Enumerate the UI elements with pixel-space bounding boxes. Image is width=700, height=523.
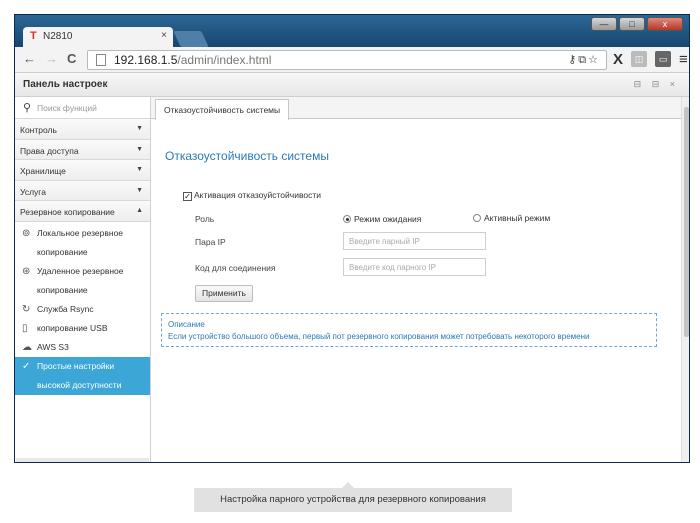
image-caption: Настройка парного устройства для резервн… bbox=[194, 488, 512, 512]
apply-button[interactable]: Применить bbox=[195, 285, 253, 302]
description-text: Если устройство большого объема, первый … bbox=[168, 332, 590, 341]
extension-box-icon[interactable]: ◫ bbox=[631, 51, 648, 67]
extension-x-icon[interactable]: X bbox=[613, 51, 623, 68]
radio-unselected-icon bbox=[473, 214, 481, 222]
sidebar-item-label: AWS S3 bbox=[37, 341, 69, 352]
chevron-down-icon: ▼ bbox=[136, 186, 143, 194]
sidebar-item-label: высокой доступности bbox=[37, 379, 122, 390]
tab-failover[interactable]: Отказоустойчивость системы bbox=[155, 99, 290, 120]
sidebar-item-label: копирование bbox=[37, 246, 88, 257]
new-tab-button[interactable] bbox=[173, 31, 209, 47]
role-label: Роль bbox=[195, 214, 215, 224]
page-title: Отказоустойчивость системы bbox=[165, 149, 329, 163]
connection-code-label: Код для соединения bbox=[195, 263, 276, 273]
content-scrollbar[interactable] bbox=[681, 97, 689, 462]
menu-backup[interactable]: Резервное копирование ▲ bbox=[15, 201, 150, 222]
checkbox-checked-icon[interactable]: ✓ bbox=[183, 192, 192, 201]
sidebar-scrollbar[interactable] bbox=[16, 458, 149, 462]
radio-standby[interactable]: Режим ожидания bbox=[343, 214, 421, 224]
menu-storage[interactable]: Хранилище ▼ bbox=[15, 160, 150, 181]
activation-checkbox[interactable]: ✓ Активация отказоуйстойчивости bbox=[183, 190, 321, 201]
extension-screen-icon[interactable]: ▭ bbox=[655, 51, 672, 67]
cloud-icon: ☁ bbox=[22, 341, 32, 353]
sidebar-item-label: Удаленное резервное bbox=[37, 265, 124, 276]
maximize-button[interactable]: □ bbox=[619, 17, 645, 31]
main-content: Отказоустойчивость системы Отказоустойчи… bbox=[151, 97, 689, 462]
radio-active[interactable]: Активный режим bbox=[473, 213, 550, 223]
minimize-button[interactable]: — bbox=[591, 17, 617, 31]
omnibox-icons: ⚷⧉☆ bbox=[568, 53, 600, 67]
menu-service[interactable]: Услуга ▼ bbox=[15, 180, 150, 201]
sidebar-item-label: копирование bbox=[37, 284, 88, 295]
radio-selected-icon bbox=[343, 215, 351, 223]
sidebar-item-label: Служба Rsync bbox=[37, 303, 94, 314]
description-title: Описание bbox=[168, 320, 205, 329]
address-bar[interactable]: 192.168.1.5/admin/index.html ⚷⧉☆ bbox=[87, 50, 607, 70]
search-input[interactable]: ⚲ Поиск функций bbox=[15, 97, 150, 119]
close-window-button[interactable]: x bbox=[647, 17, 683, 31]
back-button[interactable]: ← bbox=[23, 51, 36, 66]
sidebar-item-label: копирование USB bbox=[37, 322, 108, 333]
radio-label: Активный режим bbox=[484, 213, 551, 223]
rsync-icon: ↻ bbox=[22, 303, 31, 315]
sidebar-item-local-backup[interactable]: ⊚ Локальное резервное копирование bbox=[15, 222, 150, 262]
radio-label: Режим ожидания bbox=[354, 214, 422, 224]
key-icon[interactable]: ⚷ bbox=[568, 54, 578, 66]
browser-toolbar: ← → C 192.168.1.5/admin/index.html ⚷⧉☆ X… bbox=[15, 47, 689, 73]
usb-icon: ▯ bbox=[22, 322, 28, 334]
scrollbar-thumb[interactable] bbox=[684, 107, 689, 337]
sidebar-item-remote-backup[interactable]: ⊛ Удаленное резервное копирование bbox=[15, 262, 150, 300]
browser-window: T N2810 × — □ x ← → C 192.168.1.5/admin/… bbox=[14, 14, 690, 463]
content-tab-bar: Отказоустойчивость системы bbox=[151, 97, 689, 120]
description-box: Описание Если устройство большого объема… bbox=[161, 313, 657, 347]
sidebar-item-label: Локальное резервное bbox=[37, 227, 124, 238]
favicon-icon: T bbox=[30, 30, 37, 42]
ha-icon: ✓ bbox=[22, 360, 31, 372]
menu-monitoring[interactable]: Контроль ▼ bbox=[15, 119, 150, 140]
header-window-icons[interactable]: ⊟ ⊟ × bbox=[634, 79, 679, 90]
search-icon: ⚲ bbox=[23, 102, 32, 114]
menu-label: Права доступа bbox=[20, 145, 79, 156]
local-backup-icon: ⊚ bbox=[22, 227, 31, 239]
menu-label: Контроль bbox=[20, 125, 57, 135]
activation-label: Активация отказоуйстойчивости bbox=[194, 190, 321, 200]
menu-icon[interactable]: ≡ bbox=[679, 51, 688, 68]
pair-ip-label: Пара IP bbox=[195, 237, 226, 247]
menu-label: Резервное копирование bbox=[20, 207, 115, 217]
app-header: Панель настроек ⊟ ⊟ × bbox=[15, 73, 689, 97]
chevron-down-icon: ▼ bbox=[136, 125, 143, 132]
menu-access-rights[interactable]: Права доступа ▼ bbox=[15, 139, 150, 160]
window-controls: — □ x bbox=[591, 17, 683, 31]
chevron-down-icon: ▼ bbox=[136, 145, 143, 153]
page-icon bbox=[96, 54, 106, 66]
app-title: Панель настроек bbox=[23, 79, 108, 90]
sidebar-item-aws-s3[interactable]: ☁ AWS S3 bbox=[15, 338, 150, 357]
bookmark-star-icon[interactable]: ☆ bbox=[588, 54, 600, 66]
close-tab-icon[interactable]: × bbox=[161, 30, 167, 41]
url-path: /admin/index.html bbox=[177, 53, 272, 67]
pair-ip-input[interactable]: Введите парный IP bbox=[343, 232, 486, 250]
menu-label: Услуга bbox=[20, 186, 46, 197]
chevron-up-icon: ▲ bbox=[136, 207, 143, 214]
sidebar-item-high-availability[interactable]: ✓ Простые настройки высокой доступности bbox=[15, 356, 150, 395]
browser-tab[interactable]: T N2810 × bbox=[23, 27, 173, 47]
connection-code-input[interactable]: Введите код парного IP bbox=[343, 258, 486, 276]
tab-title: N2810 bbox=[43, 31, 73, 42]
tab-strip: T N2810 × — □ x bbox=[15, 15, 689, 47]
translate-icon[interactable]: ⧉ bbox=[578, 54, 588, 66]
remote-backup-icon: ⊛ bbox=[22, 265, 31, 277]
sidebar-item-rsync[interactable]: ↻ Служба Rsync bbox=[15, 300, 150, 319]
forward-button[interactable]: → bbox=[45, 51, 58, 66]
sidebar-item-usb-copy[interactable]: ▯ копирование USB bbox=[15, 319, 150, 338]
extension-icons: X ◫ ▭ ≡ bbox=[613, 51, 688, 68]
search-placeholder: Поиск функций bbox=[37, 103, 97, 113]
menu-label: Хранилище bbox=[20, 166, 66, 176]
url-host: 192.168.1.5 bbox=[114, 53, 178, 67]
reload-button[interactable]: C bbox=[67, 51, 76, 66]
sidebar-item-label: Простые настройки bbox=[37, 360, 115, 371]
chevron-down-icon: ▼ bbox=[136, 166, 143, 173]
sidebar: ⚲ Поиск функций Контроль ▼ Права доступа… bbox=[15, 97, 151, 462]
